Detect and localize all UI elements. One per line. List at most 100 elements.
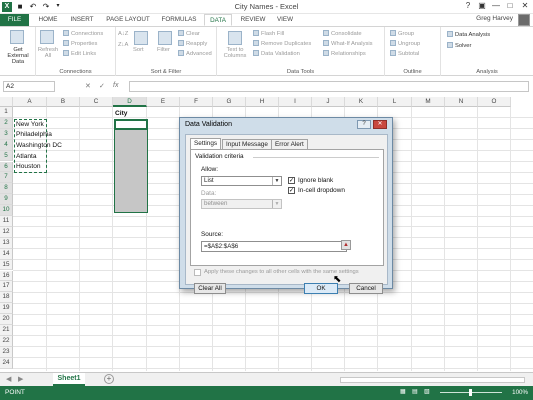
clear-all-button[interactable]: Clear All [194,283,226,294]
tab-insert[interactable]: INSERT [66,14,98,26]
row-header-21[interactable]: 21 [0,325,13,336]
column-header-o[interactable]: O [478,97,511,107]
sheet-tab[interactable]: Sheet1 [53,373,85,386]
cell-a6[interactable]: Houston [16,162,41,172]
user-name[interactable]: Greg Harvey [476,15,513,22]
row-header-14[interactable]: 14 [0,248,13,260]
column-header-e[interactable]: E [147,97,180,107]
previous-sheet-icon[interactable]: ◀ [6,375,11,383]
column-header-j[interactable]: J [312,97,345,107]
row-header-3[interactable]: 3 [0,128,13,140]
row-header-12[interactable]: 12 [0,226,13,238]
row-header-5[interactable]: 5 [0,150,13,162]
ribbon-display-options-icon[interactable]: ▣ [475,0,489,12]
flash-fill-button[interactable]: Flash Fill [253,30,284,37]
cell-d1[interactable]: City [115,109,127,119]
column-header-m[interactable]: M [412,97,445,107]
data-analysis-button[interactable]: Data Analysis [447,31,490,38]
row-header-11[interactable]: 11 [0,216,13,227]
in-cell-dropdown-checkbox[interactable]: ✓ [288,187,295,194]
select-all-corner[interactable] [0,97,13,107]
advanced-button[interactable]: Advanced [178,50,212,57]
insert-function-icon[interactable]: fx [113,82,118,89]
cell-a3[interactable]: Philadelphia [16,130,52,140]
row-header-23[interactable]: 23 [0,346,13,358]
group-button[interactable]: Group [390,30,414,37]
row-header-16[interactable]: 16 [0,270,13,282]
connections-button[interactable]: Connections [63,30,103,37]
column-header-f[interactable]: F [180,97,213,107]
new-sheet-icon[interactable]: + [104,374,114,384]
cell-a4[interactable]: Washington DC [16,141,62,151]
solver-button[interactable]: Solver [447,42,471,49]
column-header-c[interactable]: C [80,97,113,107]
tab-home[interactable]: HOME [34,14,62,26]
get-external-data-button[interactable]: Get External Data [2,47,34,65]
tab-formulas[interactable]: FORMULAS [158,14,200,26]
cell-a2[interactable]: New York [16,120,44,130]
row-header-2[interactable]: 2 [0,117,13,129]
what-if-analysis-button[interactable]: What-If Analysis [323,40,373,47]
horizontal-scrollbar[interactable] [340,377,525,383]
page-layout-view-icon[interactable]: ▤ [412,389,417,395]
column-header-b[interactable]: B [47,97,80,107]
selected-range[interactable] [114,119,148,213]
tab-file[interactable]: FILE [0,14,29,26]
row-header-20[interactable]: 20 [0,314,13,325]
formula-input[interactable] [129,81,529,92]
column-header-h[interactable]: H [246,97,279,107]
row-header-24[interactable]: 24 [0,357,13,369]
ungroup-button[interactable]: Ungroup [390,40,420,47]
sort-az-button[interactable]: A↓Z [118,31,128,37]
zoom-slider-thumb[interactable] [469,389,472,396]
row-header-13[interactable]: 13 [0,237,13,249]
cancel-icon[interactable]: ✕ [85,82,91,90]
sort-za-button[interactable]: Z↓A [118,42,128,48]
enter-icon[interactable]: ✓ [99,82,105,90]
consolidate-button[interactable]: Consolidate [323,30,362,37]
zoom-level[interactable]: 100% [512,389,528,396]
row-header-7[interactable]: 7 [0,172,13,184]
column-header-l[interactable]: L [378,97,412,107]
row-header-18[interactable]: 18 [0,292,13,304]
ignore-blank-checkbox[interactable]: ✓ [288,177,295,184]
edit-links-button[interactable]: Edit Links [63,50,96,57]
refresh-all-button[interactable]: Refresh All [37,47,59,59]
data-validation-button[interactable]: Data Validation [253,50,300,57]
close-window-button[interactable]: ✕ [518,0,532,12]
column-header-k[interactable]: K [345,97,378,107]
filter-button[interactable]: Filter [157,47,170,53]
collapse-dialog-icon[interactable]: ▲ [341,240,351,250]
row-header-19[interactable]: 19 [0,303,13,315]
cancel-button[interactable]: Cancel [349,283,383,294]
apply-all-checkbox[interactable] [194,269,201,276]
column-header-d[interactable]: D [113,97,147,107]
tab-review[interactable]: REVIEW [236,14,270,26]
allow-select[interactable]: List ▼ [201,176,282,186]
row-header-9[interactable]: 9 [0,194,13,206]
dialog-close-button[interactable]: ✕ [373,120,387,129]
row-header-10[interactable]: 10 [0,205,13,216]
next-sheet-icon[interactable]: ▶ [18,375,23,383]
normal-view-icon[interactable]: ▦ [400,389,405,395]
minimize-button[interactable]: — [489,0,503,12]
row-header-17[interactable]: 17 [0,281,13,293]
row-header-6[interactable]: 6 [0,161,13,173]
column-header-a[interactable]: A [13,97,47,107]
source-input[interactable]: =$A$2:$A$6 [201,241,347,252]
name-box[interactable]: A2 [3,81,55,92]
remove-duplicates-button[interactable]: Remove Duplicates [253,40,311,47]
avatar[interactable] [518,14,530,26]
subtotal-button[interactable]: Subtotal [390,50,419,57]
help-button[interactable]: ? [461,0,475,12]
text-to-columns-button[interactable]: Text to Columns [220,47,250,59]
page-break-view-icon[interactable]: ▧ [424,389,429,395]
maximize-button[interactable]: □ [503,0,517,12]
column-header-g[interactable]: G [213,97,246,107]
relationships-button[interactable]: Relationships [323,50,366,57]
column-header-n[interactable]: N [445,97,478,107]
clear-button[interactable]: Clear [178,30,200,37]
cell-a5[interactable]: Atlanta [16,152,37,162]
tab-view[interactable]: VIEW [273,14,297,26]
row-header-1[interactable]: 1 [0,107,13,118]
